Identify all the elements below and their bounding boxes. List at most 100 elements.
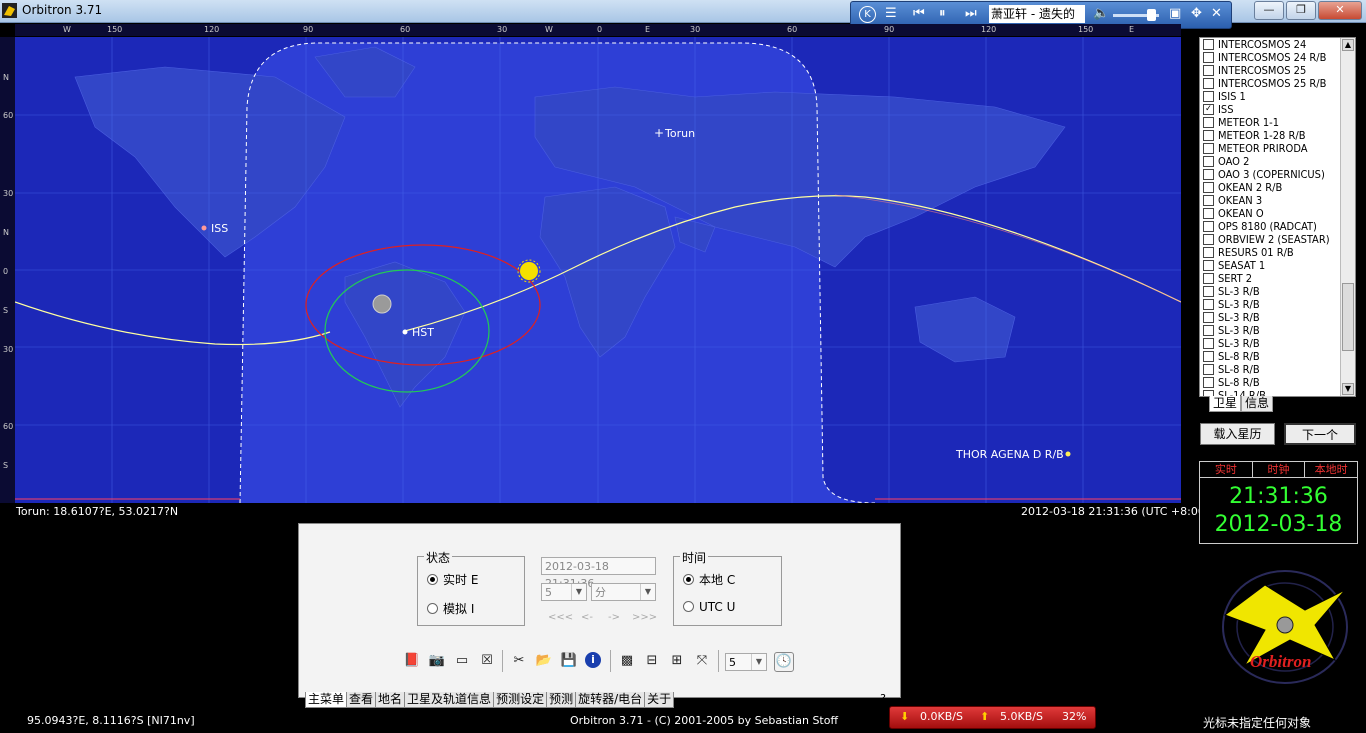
satellite-checkbox[interactable] [1203, 260, 1214, 271]
nav-fast-back[interactable]: <<< [548, 612, 573, 623]
speed-select[interactable]: 5 ▼ [725, 653, 767, 671]
satellite-list-item[interactable]: SL-3 R/B [1200, 311, 1355, 324]
chevron-down-icon[interactable]: ▼ [571, 584, 586, 600]
satellite-checkbox[interactable] [1203, 182, 1214, 193]
satellite-list-item[interactable]: SL-8 R/B [1200, 363, 1355, 376]
list-scrollbar[interactable]: ▲ ▼ [1340, 38, 1355, 396]
satellite-checkbox[interactable] [1203, 65, 1214, 76]
zoom-area-icon[interactable]: ▩ [618, 652, 636, 670]
satellite-list-item[interactable]: SL-8 R/B [1200, 376, 1355, 389]
scroll-down-button[interactable]: ▼ [1342, 383, 1354, 395]
satellite-checkbox[interactable] [1203, 130, 1214, 141]
world-map[interactable]: + Torun ISS HST THOR AGENA D R/B [15, 37, 1181, 503]
tab-info[interactable]: 信息 [1241, 396, 1274, 412]
satellite-checkbox[interactable] [1203, 338, 1214, 349]
satellite-checkbox[interactable] [1203, 52, 1214, 63]
fullscreen-icon[interactable]: ⤧ [693, 652, 711, 670]
realtime-radio[interactable]: 实时 E [427, 571, 478, 588]
satellite-list-item[interactable]: SL-3 R/B [1200, 324, 1355, 337]
satellite-list-item[interactable]: OKEAN 3 [1200, 194, 1355, 207]
satellite-list-item[interactable]: INTERCOSMOS 25 [1200, 64, 1355, 77]
satellite-checkbox[interactable] [1203, 208, 1214, 219]
satellite-checkbox[interactable] [1203, 169, 1214, 180]
satellite-checkbox[interactable] [1203, 39, 1214, 50]
network-monitor[interactable]: ⬇ 0.0KB/S ⬆ 5.0KB/S 32% [889, 706, 1096, 729]
satellite-checkbox[interactable] [1203, 286, 1214, 297]
satellite-list-item[interactable]: ORBVIEW 2 (SEASTAR) [1200, 233, 1355, 246]
satellite-checkbox[interactable] [1203, 312, 1214, 323]
fit-all-icon[interactable]: ⊞ [668, 652, 686, 670]
playlist-icon[interactable]: ☰ [885, 6, 897, 21]
clock-header-clock[interactable]: 时钟 [1253, 462, 1306, 477]
tab-7[interactable]: 关于 [644, 692, 675, 708]
satellite-checkbox[interactable] [1203, 156, 1214, 167]
satellite-checkbox[interactable] [1203, 117, 1214, 128]
satellite-checkbox[interactable] [1203, 195, 1214, 206]
satellite-list-item[interactable]: SEASAT 1 [1200, 259, 1355, 272]
book-icon[interactable]: 📕 [403, 652, 421, 670]
satellite-list-item[interactable]: METEOR PRIRODA [1200, 142, 1355, 155]
satellite-checkbox[interactable] [1203, 143, 1214, 154]
iss-label[interactable]: ISS [211, 222, 228, 235]
minimize-window-icon[interactable]: ▭ [453, 652, 471, 670]
tab-5[interactable]: 预测 [546, 692, 577, 708]
satellite-checkbox[interactable] [1203, 273, 1214, 284]
satellite-list-item[interactable]: OKEAN O [1200, 207, 1355, 220]
satellite-checkbox[interactable] [1203, 351, 1214, 362]
maximize-button[interactable]: ❐ [1286, 1, 1316, 20]
satellite-list-item[interactable]: RESURS 01 R/B [1200, 246, 1355, 259]
tools-icon[interactable]: ✂ [510, 652, 528, 670]
fit-width-icon[interactable]: ⊟ [643, 652, 661, 670]
satellite-list-item[interactable]: ISIS 1 [1200, 90, 1355, 103]
local-time-radio[interactable]: 本地 C [683, 571, 735, 588]
datetime-field[interactable]: 2012-03-18 21:31:36 [541, 557, 656, 590]
tab-3[interactable]: 卫星及轨道信息 [404, 692, 495, 708]
tab-0[interactable]: 主菜单 [305, 692, 348, 708]
nav-forward[interactable]: -> [608, 612, 620, 623]
pause-button[interactable]: ⏸ [939, 6, 946, 21]
simulation-radio[interactable]: 模拟 I [427, 600, 474, 617]
volume-knob[interactable] [1147, 9, 1156, 21]
next-button[interactable]: 下一个 [1284, 423, 1356, 445]
help-button[interactable]: ? [880, 692, 886, 705]
previous-button[interactable]: ⏮ [913, 6, 925, 21]
tab-2[interactable]: 地名 [375, 692, 406, 708]
nav-back[interactable]: <- [581, 612, 593, 623]
iss-marker-icon[interactable] [201, 225, 207, 231]
satellite-list-item[interactable]: SL-3 R/B [1200, 298, 1355, 311]
camera-icon[interactable]: 📷 [428, 652, 446, 670]
satellite-checkbox[interactable] [1203, 325, 1214, 336]
satellite-list-item[interactable]: SL-3 R/B [1200, 337, 1355, 350]
tab-1[interactable]: 查看 [346, 692, 377, 708]
satellite-list-item[interactable]: SERT 2 [1200, 272, 1355, 285]
close-button[interactable]: ✕ [1318, 1, 1362, 20]
clock-icon[interactable]: 🕓 [774, 652, 794, 672]
save-icon[interactable]: 💾 [560, 652, 578, 670]
settings-icon[interactable]: ✥ [1191, 6, 1202, 21]
satellite-checkbox[interactable] [1203, 221, 1214, 232]
step-unit-select[interactable]: 分 ▼ [591, 583, 656, 601]
satellite-list-item[interactable]: ✓ ISS [1200, 103, 1355, 116]
scroll-up-button[interactable]: ▲ [1342, 39, 1354, 51]
satellite-list-item[interactable]: INTERCOSMOS 25 R/B [1200, 77, 1355, 90]
close-window-icon[interactable]: ☒ [478, 652, 496, 670]
satellite-list-item[interactable]: SL-8 R/B [1200, 350, 1355, 363]
info-icon[interactable]: i [585, 652, 601, 668]
tab-6[interactable]: 旋转器/电台 [575, 692, 646, 708]
thor-marker-icon[interactable] [1065, 451, 1071, 457]
satellite-checkbox[interactable] [1203, 91, 1214, 102]
satellite-list-item[interactable]: METEOR 1-28 R/B [1200, 129, 1355, 142]
satellite-list-item[interactable]: OAO 3 (COPERNICUS) [1200, 168, 1355, 181]
tab-4[interactable]: 预测设定 [493, 692, 548, 708]
utc-radio[interactable]: UTC U [683, 600, 735, 614]
next-track-button[interactable]: ⏭ [965, 6, 977, 21]
clock-header-realtime[interactable]: 实时 [1200, 462, 1253, 477]
clock-header-local[interactable]: 本地时 [1305, 462, 1357, 477]
satellite-checkbox[interactable] [1203, 364, 1214, 375]
minimize-button[interactable]: — [1254, 1, 1284, 20]
satellite-list-item[interactable]: SL-3 R/B [1200, 285, 1355, 298]
player-close-icon[interactable]: ✕ [1211, 6, 1222, 21]
scroll-thumb[interactable] [1342, 283, 1354, 351]
hst-marker-icon[interactable] [402, 329, 408, 335]
tab-satellite[interactable]: 卫星 [1209, 396, 1242, 412]
